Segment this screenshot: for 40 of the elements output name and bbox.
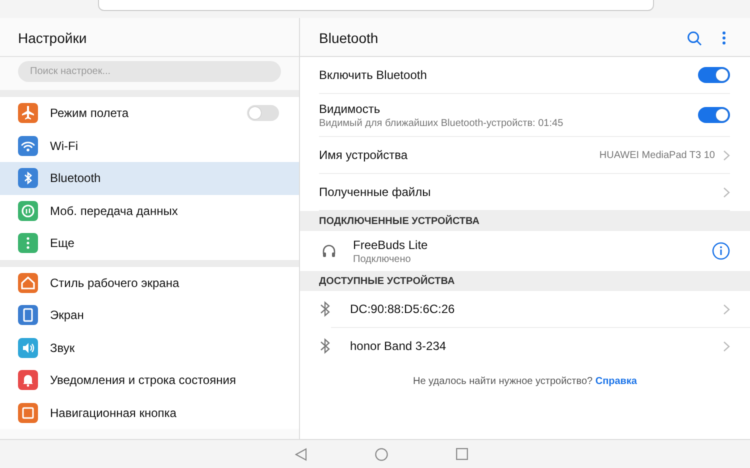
chevron-icon [723,186,730,198]
device-status: Подключено [353,254,412,264]
device-name: honor Band 3-234 [350,339,448,353]
setting-label: Полученные файлы [319,185,432,199]
section-header: ДОСТУПНЫЕ УСТРОЙСТВА [300,271,750,291]
setting-label: Включить Bluetooth [319,68,428,82]
section-header: ПОДКЛЮЧЕННЫЕ УСТРОЙСТВА [300,211,750,231]
help-text: Не удалось найти нужное устройство? Справка [413,376,637,387]
device-row[interactable]: DC:90:88:D5:6C:26 [331,291,750,328]
chevron-icon [723,304,730,314]
settings-row[interactable]: Видимость Видимый для ближайших Bluetooth-устройств: 01:45 [319,94,730,137]
page-title: Bluetooth [319,30,380,46]
search-field[interactable]: Поиск настроек... [18,61,281,82]
sidebar-title: Настройки [17,29,88,48]
chevron-icon [723,340,730,352]
setting-subtitle: Видимый для ближайших Bluetooth-устройств: 01:45 [319,118,564,128]
headphones-icon [321,243,337,259]
device-name: DC:90:88:D5:6C:26 [350,302,456,316]
setting-label: Видимость [319,102,382,116]
device-row[interactable]: honor Band 3-234 [331,328,750,364]
more-options-icon[interactable] [722,31,726,45]
setting-label: Имя устройства [319,148,409,162]
settings-row[interactable]: Имя устройства HUAWEI MediaPad T3 10 [319,137,730,174]
toggle-switch[interactable] [247,105,279,122]
search-icon[interactable] [687,30,702,46]
sidebar-item[interactable]: Bluetooth [0,162,299,194]
toggle-switch[interactable] [698,67,730,83]
device-row[interactable]: FreeBuds Lite Подключено [300,231,750,271]
recents-icon[interactable] [456,448,468,460]
device-name-value: HUAWEI MediaPad T3 10 [599,150,715,160]
device-name: FreeBuds Lite [353,238,429,252]
help-link[interactable]: Справка [595,376,637,387]
bluetooth-icon [320,338,330,354]
settings-row[interactable]: Включить Bluetooth [319,57,730,94]
chevron-icon [723,150,730,160]
back-icon[interactable] [294,448,306,460]
toggle-switch[interactable] [698,107,730,123]
info-icon[interactable] [712,242,730,260]
home-icon[interactable] [374,448,388,460]
bluetooth-icon [320,301,330,317]
